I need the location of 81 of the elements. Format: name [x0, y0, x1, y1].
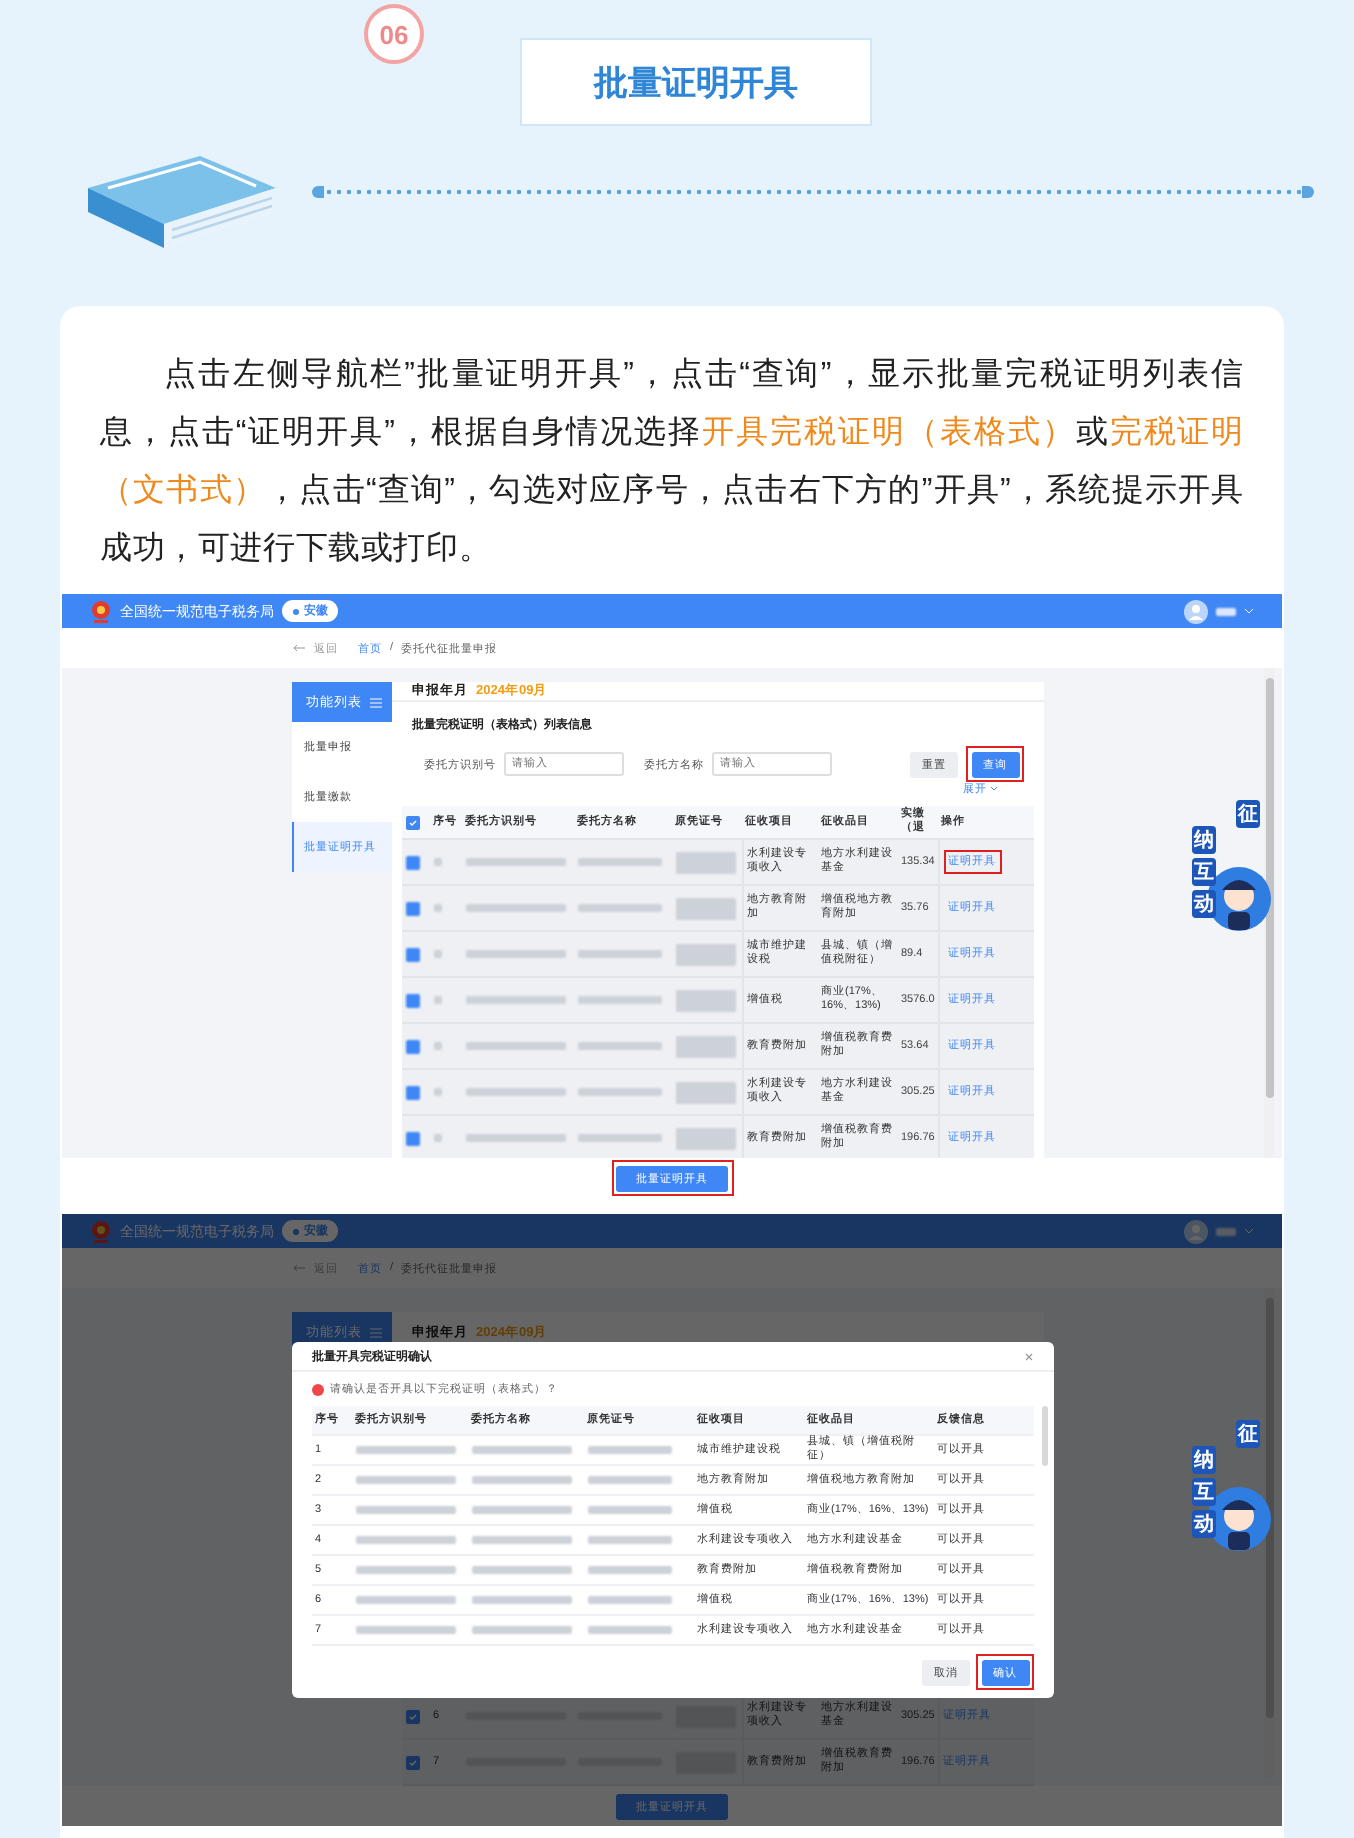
row-checkbox[interactable]	[405, 1039, 419, 1053]
redacted-text	[355, 1566, 455, 1574]
redacted-text	[587, 1626, 671, 1634]
redacted-text	[471, 1596, 571, 1604]
redacted-text	[577, 950, 661, 958]
redacted-text	[433, 1088, 441, 1096]
redacted-text	[577, 1134, 661, 1142]
warning-icon	[312, 1383, 324, 1395]
redacted-text	[355, 1596, 455, 1604]
step-number: 06	[364, 4, 424, 64]
redacted-text	[465, 1134, 565, 1142]
redacted-text	[433, 1042, 441, 1050]
avatar-icon[interactable]	[1184, 1219, 1208, 1243]
scrollbar[interactable]	[1042, 1406, 1048, 1466]
redacted-text	[355, 1476, 455, 1484]
redacted-text	[675, 943, 735, 965]
redacted-text	[587, 1476, 671, 1484]
emblem-icon	[90, 599, 112, 623]
row-checkbox[interactable]	[405, 1085, 419, 1099]
select-all-checkbox[interactable]	[405, 815, 419, 829]
redacted-text	[587, 1506, 671, 1514]
redacted-text	[465, 1088, 565, 1096]
redacted-text	[471, 1536, 571, 1544]
row-checkbox[interactable]	[405, 1131, 419, 1145]
redacted-text	[465, 996, 565, 1004]
redacted-text	[355, 1506, 455, 1514]
row-checkbox[interactable]	[405, 901, 419, 915]
redacted-text	[471, 1626, 571, 1634]
redacted-text	[675, 1127, 735, 1149]
redacted-text	[577, 904, 661, 912]
redacted-text	[675, 1081, 735, 1103]
location-icon	[292, 1227, 300, 1235]
location-icon	[292, 607, 300, 615]
instruction-text: 点击左侧导航栏”批量证明开具”，点击“查询”，显示批量完税证明列表信息，点击“证明开具”，根据自身情况选择开具完税证明（表格式）或完税证明（文书式），点击“查询”，勾选对应序号，点击右下方的”开具”，系统提示开具成功，可进行下载或打印。	[100, 355, 1244, 570]
redacted-text	[587, 1566, 671, 1574]
mascot-label: 征	[1236, 799, 1260, 827]
section-title: 批量证明开具	[520, 38, 872, 126]
mascot-label: 征	[1236, 1419, 1260, 1447]
redacted-text	[675, 989, 735, 1011]
row-checkbox[interactable]	[405, 855, 419, 869]
redacted-text	[433, 904, 441, 912]
mascot-label: 互	[1192, 1477, 1216, 1505]
redacted-text	[675, 1035, 735, 1057]
redacted-text	[355, 1446, 455, 1454]
row-checkbox[interactable]	[405, 947, 419, 961]
redacted-text	[471, 1476, 571, 1484]
redacted-text	[433, 858, 441, 866]
redacted-text	[587, 1536, 671, 1544]
redacted-text	[577, 996, 661, 1004]
redacted-text	[1216, 1227, 1236, 1235]
avatar-icon[interactable]	[1184, 599, 1208, 623]
redacted-text	[433, 950, 441, 958]
redacted-text	[465, 904, 565, 912]
redacted-text	[433, 1134, 441, 1142]
redacted-text	[433, 996, 441, 1004]
redacted-text	[465, 950, 565, 958]
mascot-label: 纳	[1192, 1445, 1216, 1473]
redacted-text	[471, 1446, 571, 1454]
redacted-text	[587, 1446, 671, 1454]
mascot-label: 动	[1192, 1509, 1216, 1537]
redacted-text	[471, 1506, 571, 1514]
redacted-text	[465, 1042, 565, 1050]
redacted-text	[355, 1536, 455, 1544]
redacted-text	[587, 1596, 671, 1604]
redacted-text	[675, 851, 735, 873]
redacted-text	[465, 858, 565, 866]
redacted-text	[577, 858, 661, 866]
redacted-text	[577, 1088, 661, 1096]
mascot-label: 动	[1192, 889, 1216, 917]
redacted-text	[675, 897, 735, 919]
scrollbar[interactable]	[1264, 668, 1274, 1158]
redacted-text	[355, 1626, 455, 1634]
emblem-icon	[90, 1219, 112, 1243]
row-checkbox[interactable]	[405, 993, 419, 1007]
redacted-text	[1216, 607, 1236, 615]
row-checkbox[interactable]	[405, 1709, 419, 1723]
redacted-text	[577, 1042, 661, 1050]
redacted-text	[471, 1566, 571, 1574]
mascot-label: 纳	[1192, 825, 1216, 853]
mascot-label: 互	[1192, 857, 1216, 885]
row-checkbox[interactable]	[405, 1755, 419, 1769]
